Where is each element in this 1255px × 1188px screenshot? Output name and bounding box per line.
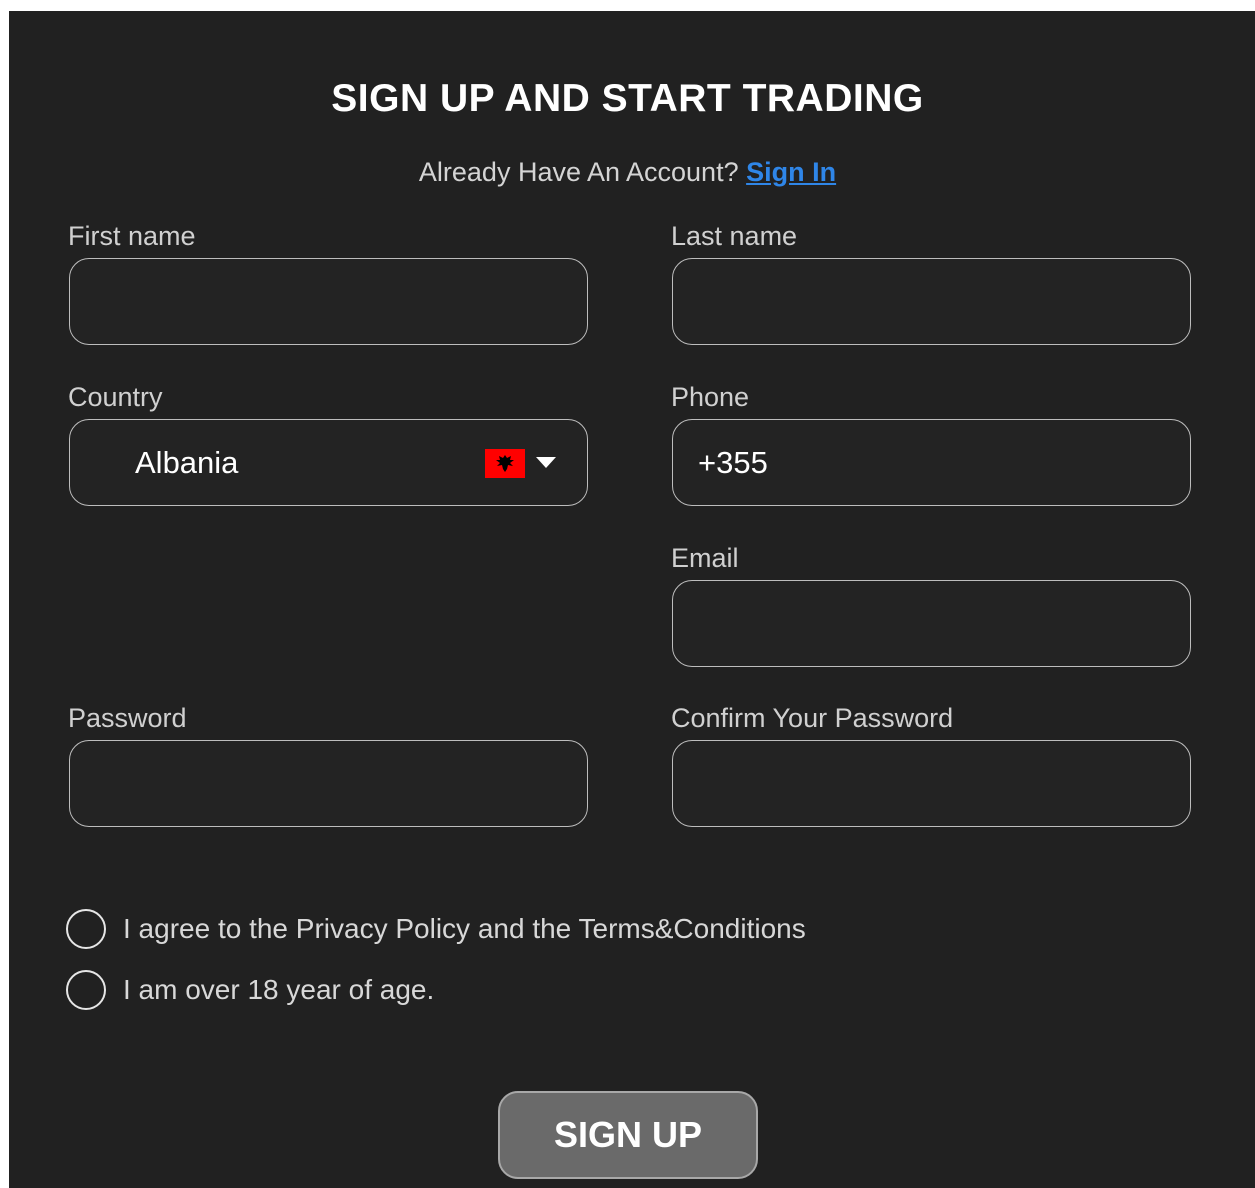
phone-input[interactable]: +355 (672, 419, 1191, 506)
phone-label: Phone (671, 382, 750, 412)
last-name-input[interactable] (672, 258, 1191, 345)
page-title: SIGN UP AND START TRADING (331, 77, 924, 120)
age-confirm-radio[interactable] (66, 970, 106, 1010)
password-label: Password (68, 703, 187, 733)
country-value: Albania (135, 445, 239, 480)
account-prompt-text: Already Have An Account? (418, 157, 739, 187)
email-label: Email (671, 543, 739, 573)
age-confirm-label: I am over 18 year of age. (123, 974, 435, 1005)
sign-in-prompt: Already Have An Account? Sign In (0, 156, 1255, 188)
first-name-label: First name (68, 221, 196, 251)
chevron-down-icon[interactable] (536, 457, 556, 468)
country-select[interactable]: Albania (69, 419, 588, 506)
first-name-input[interactable] (69, 258, 588, 345)
country-label: Country (68, 382, 163, 412)
password-input[interactable] (69, 740, 588, 827)
sign-in-link[interactable]: Sign In (746, 157, 836, 187)
phone-value: +355 (698, 445, 768, 480)
confirm-password-label: Confirm Your Password (671, 703, 954, 733)
albania-flag-icon (485, 449, 525, 478)
privacy-agreement-label: I agree to the Privacy Policy and the Te… (123, 913, 806, 944)
email-input[interactable] (672, 580, 1191, 667)
privacy-agreement-radio[interactable] (66, 909, 106, 949)
last-name-label: Last name (671, 221, 798, 251)
sign-up-button[interactable]: SIGN UP (498, 1091, 758, 1179)
confirm-password-input[interactable] (672, 740, 1191, 827)
